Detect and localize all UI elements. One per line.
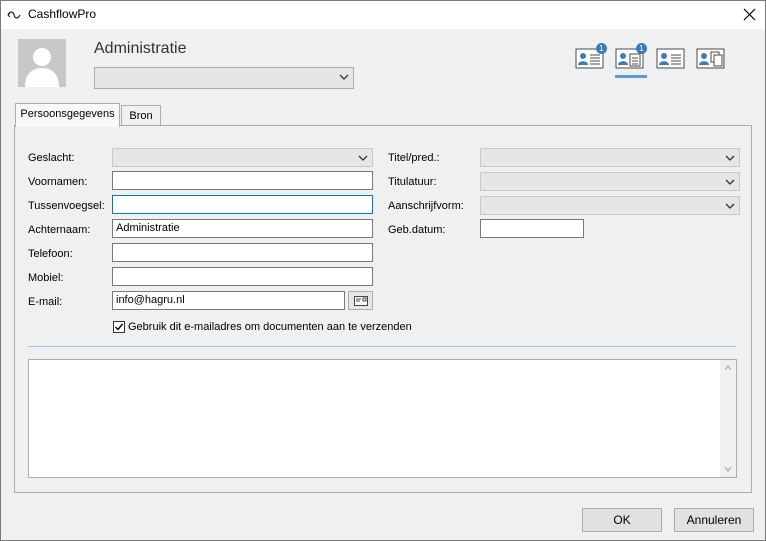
tussenvoegsel-label: Tussenvoegsel: (28, 200, 105, 212)
mobiel-label: Mobiel: (28, 272, 64, 284)
close-icon (743, 8, 756, 21)
telefoon-label: Telefoon: (28, 248, 73, 260)
email-input[interactable]: info@hagru.nl (112, 291, 345, 310)
avatar (18, 39, 66, 87)
section-divider (28, 346, 736, 347)
chevron-down-icon (725, 179, 735, 185)
tab-bron[interactable]: Bron (121, 105, 161, 126)
window-title: CashflowPro (28, 7, 97, 21)
tab-label: Bron (129, 110, 153, 122)
dialog-window: CashflowPro Administratie 1 1 Persoonsge… (0, 0, 766, 541)
view-badge: 1 (636, 43, 647, 54)
voornamen-input[interactable] (112, 171, 373, 190)
titulatuur-select[interactable] (480, 172, 740, 191)
envelope-icon (354, 296, 368, 306)
title-bar: CashflowPro (1, 1, 765, 29)
contact-copy-view-button[interactable] (696, 46, 726, 70)
contact-copy-icon (696, 48, 725, 69)
contact-list-icon (656, 48, 685, 69)
titel-select[interactable] (480, 148, 740, 167)
send-email-button[interactable] (348, 291, 373, 310)
chevron-down-icon (725, 155, 735, 161)
geslacht-label: Geslacht: (28, 152, 75, 164)
contact-document-view-button[interactable]: 1 (615, 43, 647, 70)
achternaam-input[interactable]: Administratie (112, 219, 373, 238)
cancel-button[interactable]: Annuleren (674, 508, 754, 532)
aanschrijfvorm-select[interactable] (480, 196, 740, 215)
close-button[interactable] (735, 1, 765, 29)
telefoon-input[interactable] (112, 243, 373, 262)
email-documents-label: Gebruik dit e-mailadres om documenten aa… (128, 321, 412, 333)
titulatuur-label: Titulatuur: (388, 176, 437, 188)
aanschrijfvorm-label: Aanschrijfvorm: (388, 200, 464, 212)
chevron-down-icon (725, 203, 735, 209)
ok-button[interactable]: OK (582, 508, 662, 532)
contact-list-view-button[interactable] (656, 46, 686, 70)
voornamen-label: Voornamen: (28, 176, 88, 188)
geslacht-select[interactable] (112, 148, 373, 167)
view-badge: 1 (596, 43, 607, 54)
chevron-down-icon (339, 74, 349, 80)
tab-label: Persoonsgegevens (20, 108, 115, 120)
page-title: Administratie (94, 40, 187, 57)
administration-select[interactable] (94, 67, 354, 89)
tussenvoegsel-input[interactable] (112, 195, 373, 214)
mobiel-input[interactable] (112, 267, 373, 286)
notes-scrollbar[interactable] (720, 360, 736, 477)
gebdatum-input[interactable] (480, 219, 584, 238)
notes-textarea[interactable] (28, 359, 737, 478)
titel-label: Titel/pred.: (388, 152, 440, 164)
active-view-indicator (615, 75, 647, 78)
achternaam-label: Achternaam: (28, 224, 91, 236)
gebdatum-label: Geb.datum: (388, 224, 446, 236)
person-silhouette-icon (25, 48, 59, 87)
email-documents-checkbox[interactable] (113, 321, 125, 333)
scroll-down-icon[interactable] (724, 466, 732, 472)
contact-card-view-button[interactable]: 1 (575, 43, 607, 70)
chevron-down-icon (358, 155, 368, 161)
email-label: E-mail: (28, 296, 63, 308)
scroll-up-icon[interactable] (724, 365, 732, 371)
checkmark-icon (115, 323, 124, 331)
tab-persoonsgegevens[interactable]: Persoonsgegevens (15, 103, 120, 127)
app-logo-icon (7, 11, 21, 19)
